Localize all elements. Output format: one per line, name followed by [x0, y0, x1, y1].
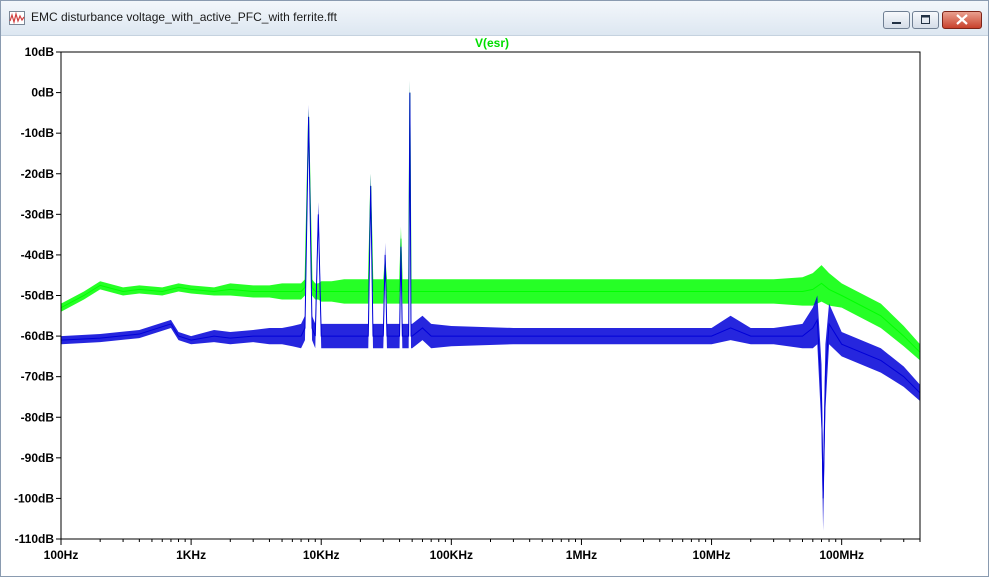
x-tick-label: 1KHz — [176, 548, 206, 562]
y-tick-label: -20dB — [21, 167, 55, 181]
minimize-button[interactable] — [883, 11, 910, 29]
series-0-band — [61, 80, 920, 361]
y-tick-label: -90dB — [21, 451, 55, 465]
maximize-button[interactable] — [912, 11, 939, 29]
close-icon — [956, 14, 968, 25]
y-tick-label: -80dB — [21, 410, 55, 424]
x-tick-label: 1MHz — [566, 548, 597, 562]
y-tick-label: -30dB — [21, 207, 55, 221]
series-1-band — [61, 80, 920, 531]
x-tick-label: 100Hz — [44, 548, 79, 562]
x-tick-label: 100MHz — [819, 548, 864, 562]
x-tick-label: 10KHz — [303, 548, 340, 562]
y-tick-label: 0dB — [31, 86, 54, 100]
x-tick-label: 100KHz — [430, 548, 473, 562]
y-tick-label: -100dB — [14, 491, 54, 505]
fft-plot[interactable]: V(esr) 10dB 0dB -10dB -20dB -30dB -40dB -50dB -… — [1, 35, 988, 576]
series-0-line — [60, 92, 921, 353]
y-tick-label: -40dB — [21, 248, 55, 262]
y-tick-label: -60dB — [21, 329, 55, 343]
y-tick-label: -50dB — [21, 289, 55, 303]
y-tick-label: -70dB — [21, 370, 55, 384]
maximize-icon — [921, 15, 930, 24]
y-axis: 10dB 0dB -10dB -20dB -30dB -40dB -50dB -60dB -70… — [14, 45, 61, 546]
plot-traces — [60, 80, 921, 531]
chart-title: V(esr) — [475, 36, 509, 50]
x-tick-label: 10MHz — [693, 548, 731, 562]
y-tick-label: -110dB — [15, 532, 55, 546]
y-tick-label: -10dB — [21, 126, 55, 140]
title-bar[interactable]: EMC disturbance voltage_with_active_PFC_… — [1, 1, 988, 36]
y-tick-label: 10dB — [25, 45, 55, 59]
fft-plot-window: EMC disturbance voltage_with_active_PFC_… — [0, 0, 989, 577]
x-axis: 100Hz 1KHz 10KHz 100KHz 1MHz 10MHz 100MHz — [44, 539, 921, 562]
minimize-icon — [892, 22, 901, 24]
waveform-app-icon[interactable] — [9, 10, 25, 26]
window-title: EMC disturbance voltage_with_active_PFC_… — [31, 10, 337, 24]
close-button[interactable] — [942, 11, 982, 29]
